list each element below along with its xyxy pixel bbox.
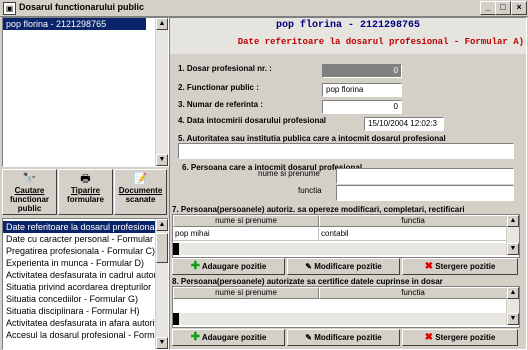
- scroll-up-icon[interactable]: ▲: [507, 287, 519, 299]
- form-title: Date referitoare la dosarul profesional …: [237, 37, 524, 47]
- section8-add-button[interactable]: ✚ Adaugare pozitie: [172, 329, 285, 346]
- section7-vscrollbar[interactable]: ▲ ▼: [506, 215, 519, 255]
- nav-item-formular-h[interactable]: Situatia disciplinara - Formular H): [3, 305, 155, 317]
- section8-modify-button[interactable]: ✎ Modificare pozitie: [287, 329, 400, 346]
- scroll-up-icon[interactable]: ▲: [156, 219, 168, 231]
- autoritate-label: 5. Autoritatea sau institutia publica ca…: [178, 134, 446, 143]
- window-titlebar: ▣ Dosarul functionarului public _ □ ×: [0, 0, 528, 17]
- functionar-field[interactable]: pop florina: [322, 83, 402, 97]
- section7-grid[interactable]: nume si prenume functia pop mihai contab…: [172, 214, 520, 258]
- employee-header: pop florina - 2121298765: [275, 20, 421, 31]
- data-intocmirii-field[interactable]: 15/10/2004 12:02:3: [364, 117, 444, 131]
- numar-referinta-label: 3. Numar de referinta :: [178, 100, 263, 109]
- autoritate-field[interactable]: [178, 143, 514, 159]
- scroll-up-icon[interactable]: ▲: [156, 18, 168, 30]
- section8-col-name[interactable]: nume si prenume: [173, 287, 319, 299]
- persoana-functia-field[interactable]: [336, 185, 514, 201]
- form-nav-scrollbar[interactable]: ▲ ▼: [155, 219, 168, 349]
- section7-col-functia[interactable]: functia: [319, 215, 507, 227]
- scroll-thumb[interactable]: [156, 233, 168, 263]
- nav-item-formular-i[interactable]: Activitatea desfasurata in afara autorit…: [3, 317, 155, 329]
- scroll-down-icon[interactable]: ▼: [156, 337, 168, 349]
- nav-item-formular-e[interactable]: Activitatea desfasurata in cadrul autori…: [3, 269, 155, 281]
- close-button[interactable]: ×: [511, 1, 527, 15]
- minimize-button[interactable]: _: [480, 1, 496, 15]
- delete-x-icon: ✖: [424, 332, 434, 343]
- window-title: Dosarul functionarului public: [19, 2, 145, 12]
- dosar-nr-label: 1. Dosar profesional nr. :: [178, 64, 272, 73]
- employee-list-scrollbar[interactable]: ▲ ▼: [155, 18, 168, 166]
- section7-col-name[interactable]: nume si prenume: [173, 215, 319, 227]
- table-row-functia[interactable]: contabil: [319, 228, 507, 241]
- scroll-thumb[interactable]: [173, 313, 179, 325]
- table-row-name[interactable]: pop mihai: [173, 228, 319, 241]
- section8-vscrollbar[interactable]: ▲ ▼: [506, 287, 519, 325]
- section8-grid[interactable]: nume si prenume functia ▲ ▼: [172, 286, 520, 328]
- scroll-down-icon[interactable]: ▼: [156, 154, 168, 166]
- nav-item-formular-d[interactable]: Experienta in munca - Formular D): [3, 257, 155, 269]
- functionar-label: 2. Functionar public :: [178, 83, 259, 92]
- dosar-nr-field: 0: [322, 64, 402, 78]
- section8-hscrollbar[interactable]: [173, 313, 507, 325]
- maximize-button[interactable]: □: [495, 1, 511, 15]
- scroll-thumb[interactable]: [173, 243, 179, 255]
- section8-delete-button[interactable]: ✖ Stergere pozitie: [402, 329, 518, 346]
- plus-icon: ✚: [190, 260, 200, 272]
- app-icon: ▣: [3, 2, 16, 15]
- section8-col-functia[interactable]: functia: [319, 287, 507, 299]
- section7-add-button[interactable]: ✚ Adaugare pozitie: [172, 258, 285, 275]
- section8-title: 8. Persoana(persoanele) autorizate sa ce…: [172, 277, 443, 286]
- persoana-nume-field[interactable]: [336, 168, 514, 184]
- plus-icon: ✚: [190, 331, 200, 343]
- printer-icon: 🖶: [80, 173, 91, 185]
- section7-delete-button[interactable]: ✖ Stergere pozitie: [402, 258, 518, 275]
- nav-item-formular-c[interactable]: Pregatirea profesionala - Formular C): [3, 245, 155, 257]
- form-nav-items: Date referitoare la dosarul profesional …: [3, 221, 155, 341]
- functia-label: functia: [298, 186, 322, 195]
- nav-item-formular-g[interactable]: Situatia concediilor - Formular G): [3, 293, 155, 305]
- scroll-down-icon[interactable]: ▼: [507, 313, 519, 325]
- nume-prenume-label: nume si prenume: [258, 169, 320, 178]
- edit-icon: ✎: [305, 333, 312, 342]
- delete-x-icon: ✖: [424, 261, 434, 272]
- section7-modify-button[interactable]: ✎ Modificare pozitie: [287, 258, 400, 275]
- employee-item[interactable]: pop florina - 2121298765: [3, 18, 146, 30]
- scroll-up-icon[interactable]: ▲: [507, 215, 519, 227]
- section7-title: 7. Persoana(persoanele) autoriz. sa oper…: [172, 205, 465, 214]
- numar-referinta-field[interactable]: 0: [322, 100, 402, 114]
- nav-item-formular-b[interactable]: Date cu caracter personal - Formular B): [3, 233, 155, 245]
- binoculars-icon: 🔭: [22, 173, 37, 185]
- data-intocmirii-label: 4. Data intocmirii dosarului profesional: [178, 116, 327, 125]
- employee-list[interactable]: pop florina - 2121298765 ▲ ▼: [2, 17, 169, 167]
- edit-icon: ✎: [305, 262, 312, 271]
- scanned-documents-button[interactable]: 📝 Documente scanate: [114, 169, 167, 215]
- form-nav-list[interactable]: Date referitoare la dosarul profesional …: [2, 218, 169, 350]
- scroll-down-icon[interactable]: ▼: [507, 243, 519, 255]
- section7-hscrollbar[interactable]: [173, 243, 507, 255]
- nav-item-formular-j[interactable]: Accesul la dosarul profesional - Formula…: [3, 329, 155, 341]
- nav-item-formular-a[interactable]: Date referitoare la dosarul profesional: [3, 221, 155, 233]
- nav-item-formular-f[interactable]: Situatia privind acordarea drepturilor: [3, 281, 155, 293]
- scanned-documents-icon: 📝: [133, 173, 148, 185]
- search-employee-button[interactable]: 🔭 Cautare functionar public: [2, 169, 57, 215]
- print-forms-button[interactable]: 🖶 Tiparire formulare: [58, 169, 113, 215]
